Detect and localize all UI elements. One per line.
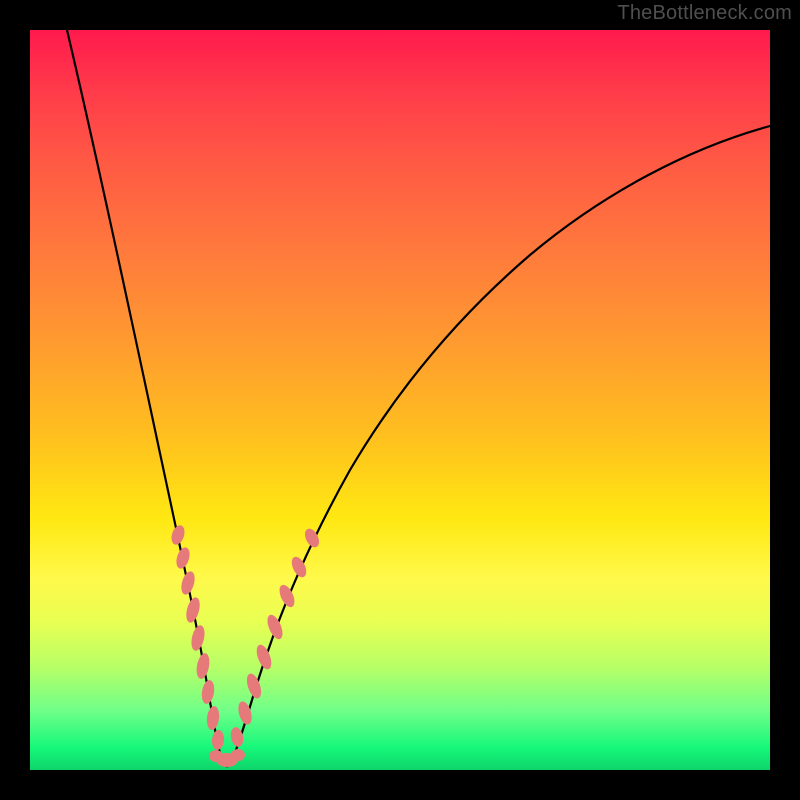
chart-frame xyxy=(30,30,770,770)
watermark-text: TheBottleneck.com xyxy=(617,2,792,25)
curve-layer xyxy=(30,30,770,770)
plot-area xyxy=(30,30,770,770)
marker-cluster xyxy=(169,524,322,767)
bottleneck-curve xyxy=(67,30,770,766)
